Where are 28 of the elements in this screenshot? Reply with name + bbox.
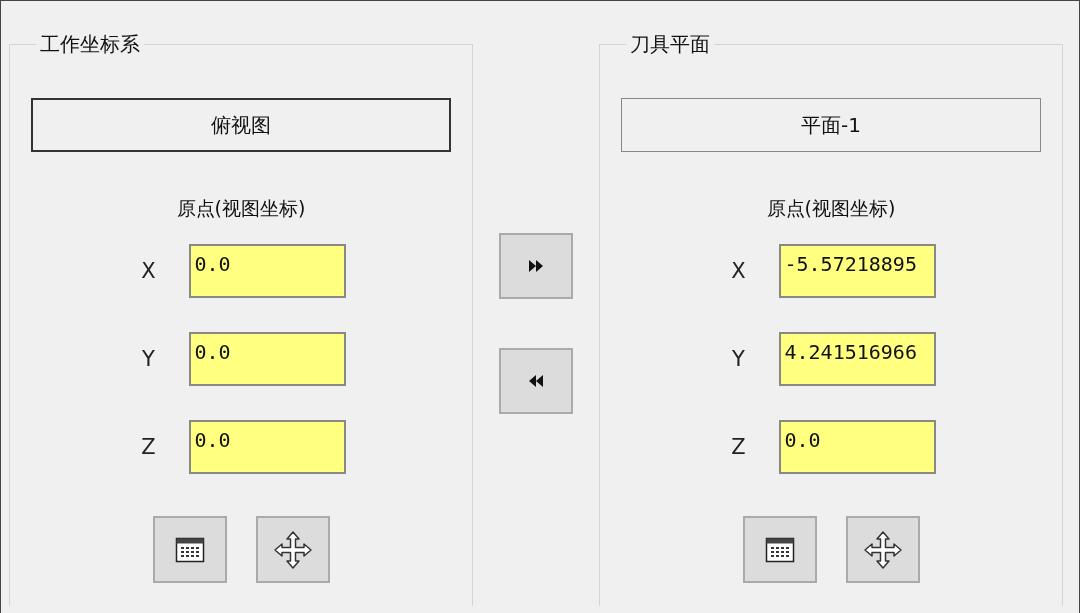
move-button[interactable] (845, 516, 920, 583)
coordinate-field[interactable]: 0.0 (188, 420, 346, 474)
view-button[interactable]: 平面-1 (621, 98, 1041, 152)
calendar-icon (764, 536, 795, 563)
axis-label: Y (731, 347, 746, 371)
axis-label: Z (730, 435, 747, 459)
coordinate-field[interactable]: 0.0 (188, 244, 346, 298)
coordinate-field[interactable]: 0.0 (188, 332, 346, 386)
origin-label: 原点(视图坐标) (176, 196, 306, 221)
move-icon (272, 529, 313, 570)
coordinate-field[interactable]: 0.0 (778, 420, 936, 474)
axis-label: Y (141, 347, 156, 371)
coordinate-field[interactable]: 4.241516966 (778, 332, 936, 386)
axis-label: X (730, 259, 747, 283)
coordinate-field[interactable]: -5.57218895 (778, 244, 936, 298)
move-icon (862, 529, 903, 570)
axis-label: X (140, 259, 157, 283)
fast-forward-icon (528, 260, 544, 272)
axis-label: Z (140, 435, 157, 459)
calendar-icon (174, 536, 205, 563)
origin-label: 原点(视图坐标) (766, 196, 896, 221)
group-title: 工作坐标系 (39, 31, 141, 58)
rewind-icon (528, 375, 544, 387)
group-title: 刀具平面 (629, 31, 711, 58)
calendar-button[interactable] (742, 516, 817, 583)
view-button[interactable]: 俯视图 (31, 98, 451, 152)
calendar-button[interactable] (152, 516, 227, 583)
move-button[interactable] (255, 516, 330, 583)
